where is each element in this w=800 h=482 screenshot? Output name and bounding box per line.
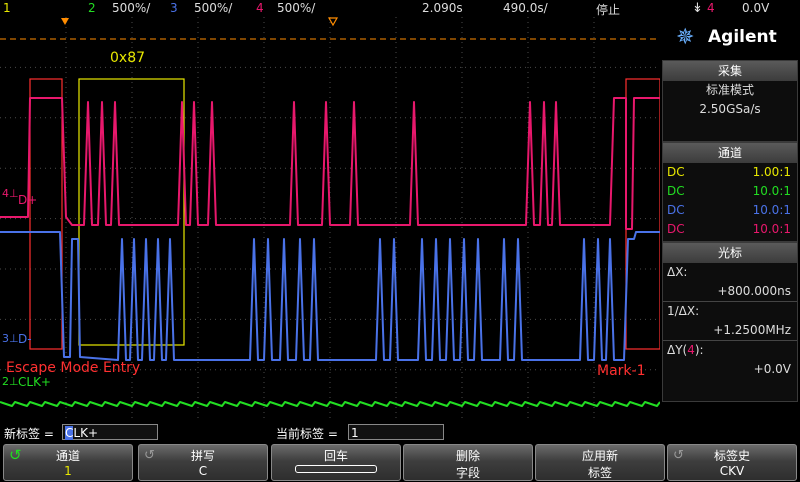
softkey-spell-title: 拼写 xyxy=(190,449,215,463)
marker-mark-1: Mark-1 xyxy=(597,363,646,379)
acquisition-box: 采集 标准模式 2.50GSa/s xyxy=(662,60,798,142)
channel-coupling: DC xyxy=(667,184,685,198)
ch2-ground-marker[interactable]: 2⊥ xyxy=(2,375,19,388)
channel-header: 通道 xyxy=(663,143,797,163)
label-editor-bar: 新标签 = CLK+ 当前标签 = 1 xyxy=(0,421,800,443)
channel-probe: 1.00:1 xyxy=(752,165,791,179)
new-label-prompt: 新标签 = xyxy=(4,427,54,441)
time-position: 2.090s xyxy=(422,1,463,15)
current-label-prompt: 当前标签 = xyxy=(276,427,338,441)
delta-y-channel: 4 xyxy=(687,343,695,357)
agilent-logo-icon: ✵ xyxy=(676,25,695,50)
channel-coupling: DC xyxy=(667,165,685,179)
softkey-bar: ↺ 通道 1 ↺ 拼写 C 回车 删除 字段 应用新 标签 ↺ 标签史 CKV xyxy=(0,443,800,482)
cursor-box: 光标 ΔX: +800.000ns 1/ΔX: +1.2500MHz ΔY(4)… xyxy=(662,242,798,402)
softkey-apply-title: 应用新 xyxy=(581,449,618,463)
softkey-spell[interactable]: ↺ 拼写 C xyxy=(138,444,268,481)
brand-name: Agilent xyxy=(708,27,777,47)
softkey-apply-sub: 标签 xyxy=(587,466,612,480)
softkey-delete-sub: 字段 xyxy=(455,466,480,480)
brand-box: ✵ Agilent xyxy=(662,19,798,57)
ch3-scale: 500%/ xyxy=(194,1,233,15)
ch2-marker-num: 2 xyxy=(2,375,9,388)
ch2-scale: 500%/ xyxy=(112,1,151,15)
marker-escape-mode: Escape Mode Entry xyxy=(6,360,141,376)
delta-y-label-pre: ΔY( xyxy=(667,343,688,357)
ch1-indicator[interactable]: 1 xyxy=(3,1,11,15)
channel-probe: 10.0:1 xyxy=(752,184,791,198)
info-panel: ✵ Agilent 采集 标准模式 2.50GSa/s 通道 DC 1.00:1 D… xyxy=(660,17,800,420)
softkey-history-title: 标签史 xyxy=(713,449,750,463)
new-label-rest: LK+ xyxy=(73,426,98,440)
ch4-marker-num: 4 xyxy=(2,187,9,200)
waveform-display[interactable]: 0x87 Escape Mode Entry Mark-1 4⊥ D+ 3⊥ D… xyxy=(0,17,660,420)
channel-coupling: DC xyxy=(667,203,685,217)
softkey-label-history[interactable]: ↺ 标签史 CKV xyxy=(667,444,797,481)
right-arrow-icon xyxy=(272,464,400,478)
softkey-spell-value: C xyxy=(198,464,208,478)
channel-row-4: DC 10.0:1 xyxy=(663,220,797,239)
channel-row-2: DC 10.0:1 xyxy=(663,182,797,201)
new-label-field[interactable]: CLK+ xyxy=(62,424,158,440)
channel-probe: 10.0:1 xyxy=(752,222,791,236)
acquisition-mode: 标准模式 xyxy=(705,83,754,97)
channel-row-1: DC 1.00:1 xyxy=(663,163,797,182)
run-state: 停止 xyxy=(596,3,621,17)
delta-x-value: +800.000ns xyxy=(717,284,791,298)
cursor-header: 光标 xyxy=(663,243,797,263)
channel-coupling: DC xyxy=(667,222,685,236)
ch3-ground-marker[interactable]: 3⊥ xyxy=(2,332,19,345)
trigger-channel: 4 xyxy=(707,1,715,15)
ch4-indicator[interactable]: 4 xyxy=(256,1,264,15)
ch4-ground-marker[interactable]: 4⊥ xyxy=(2,187,19,200)
time-per-div: 490.0s/ xyxy=(503,1,548,15)
inv-delta-x-value: +1.2500MHz xyxy=(713,323,791,337)
softkey-channel[interactable]: ↺ 通道 1 xyxy=(3,444,133,481)
trigger-level: 0.0V xyxy=(742,1,770,15)
softkey-enter-title: 回车 xyxy=(323,449,348,463)
channel-row-3: DC 10.0:1 xyxy=(663,201,797,220)
trace-label-dplus: D+ xyxy=(18,193,38,207)
softkey-apply-label[interactable]: 应用新 标签 xyxy=(535,444,665,481)
ch4-scale: 500%/ xyxy=(277,1,316,15)
softkey-delete-title: 删除 xyxy=(455,449,480,463)
status-bar: 1 2 500%/ 3 500%/ 4 500%/ 2.090s 490.0s/… xyxy=(0,0,800,17)
trace-label-dminus: D- xyxy=(18,332,32,346)
trace-label-clk: CLK+ xyxy=(18,375,51,389)
ch3-indicator[interactable]: 3 xyxy=(170,1,178,15)
trigger-edge-icon: ↡ xyxy=(692,1,703,16)
inv-delta-x-label: 1/ΔX: xyxy=(667,304,700,318)
channel-probe: 10.0:1 xyxy=(752,203,791,217)
softkey-history-value: CKV xyxy=(719,464,745,478)
ch3-marker-num: 3 xyxy=(2,332,9,345)
softkey-enter[interactable]: 回车 xyxy=(271,444,401,481)
decode-value-label: 0x87 xyxy=(110,50,146,66)
softkey-channel-title: 通道 xyxy=(55,449,80,463)
ch2-indicator[interactable]: 2 xyxy=(88,1,96,15)
softkey-channel-value: 1 xyxy=(64,464,72,478)
delta-x-label: ΔX: xyxy=(667,265,688,279)
delta-y-label-post: ): xyxy=(694,343,704,357)
sample-rate: 2.50GSa/s xyxy=(699,102,761,116)
acquisition-header: 采集 xyxy=(663,61,797,81)
current-label-field[interactable]: 1 xyxy=(348,424,444,440)
channel-box: 通道 DC 1.00:1 DC 10.0:1 DC 10.0:1 DC 10.0:1 xyxy=(662,142,798,242)
softkey-delete-field[interactable]: 删除 字段 xyxy=(403,444,533,481)
delta-y-label: ΔY(4): xyxy=(663,341,797,360)
delta-y-value: +0.0V xyxy=(753,362,791,376)
